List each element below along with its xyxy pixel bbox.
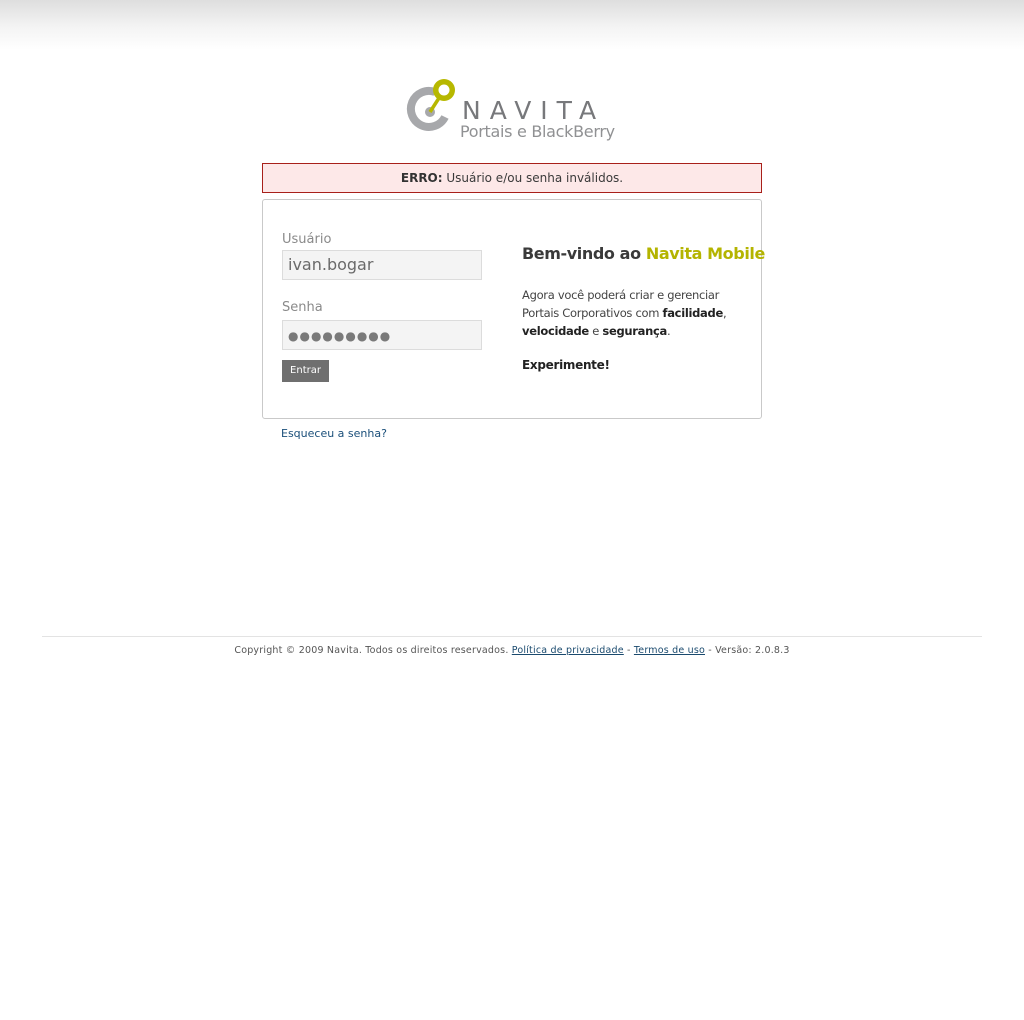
footer-copyright: Copyright © 2009 Navita. Todos os direit… [234, 645, 509, 656]
welcome-sep-2: e [588, 324, 603, 338]
error-label: ERRO: [400, 171, 443, 185]
error-text: Usuário e/ou senha inválidos. [446, 171, 624, 185]
username-value: ivan.bogar [288, 255, 374, 274]
error-message-box: ERRO: Usuário e/ou senha inválidos. [262, 163, 762, 193]
welcome-bold-velocidade: velocidade [522, 324, 589, 338]
welcome-bold-facilidade: facilidade [662, 306, 724, 320]
username-label: Usuário [282, 232, 332, 247]
privacy-policy-link[interactable]: Política de privacidade [512, 645, 624, 656]
navita-logo-icon [406, 79, 455, 131]
welcome-cta: Experimente! [522, 358, 610, 372]
login-panel: Usuário ivan.bogar Senha ●●●●●●●●● Entra… [262, 199, 765, 419]
footer-version: - Versão: 2.0.8.3 [708, 645, 790, 656]
forgot-password-link[interactable]: Esqueceu a senha? [281, 427, 387, 440]
logo-wordmark: NAVITA [462, 96, 606, 125]
welcome-description: Agora você poderá criar e gerenciar Port… [522, 286, 757, 340]
welcome-bold-seguranca: segurança [602, 324, 667, 338]
password-input[interactable]: ●●●●●●●●● [282, 320, 482, 350]
welcome-title-brand: Navita Mobile [645, 244, 766, 263]
top-gradient-bar [0, 0, 1024, 50]
welcome-title-prefix: Bem-vindo ao [522, 244, 646, 263]
enter-button[interactable]: Entrar [282, 360, 329, 382]
password-mask: ●●●●●●●●● [288, 329, 392, 343]
footer-dash: - [627, 645, 631, 656]
footer-divider [42, 636, 982, 637]
logo-subtitle: Portais e BlackBerry [460, 122, 615, 141]
welcome-text-end: . [666, 324, 671, 338]
password-label: Senha [282, 300, 323, 315]
navita-logo: NAVITA Portais e BlackBerry [400, 76, 630, 148]
footer: Copyright © 2009 Navita. Todos os direit… [0, 645, 1024, 656]
welcome-title: Bem-vindo ao Navita Mobile [522, 244, 765, 263]
terms-of-use-link[interactable]: Termos de uso [634, 645, 705, 656]
welcome-sep-1: , [722, 306, 727, 320]
username-input[interactable]: ivan.bogar [282, 250, 482, 280]
